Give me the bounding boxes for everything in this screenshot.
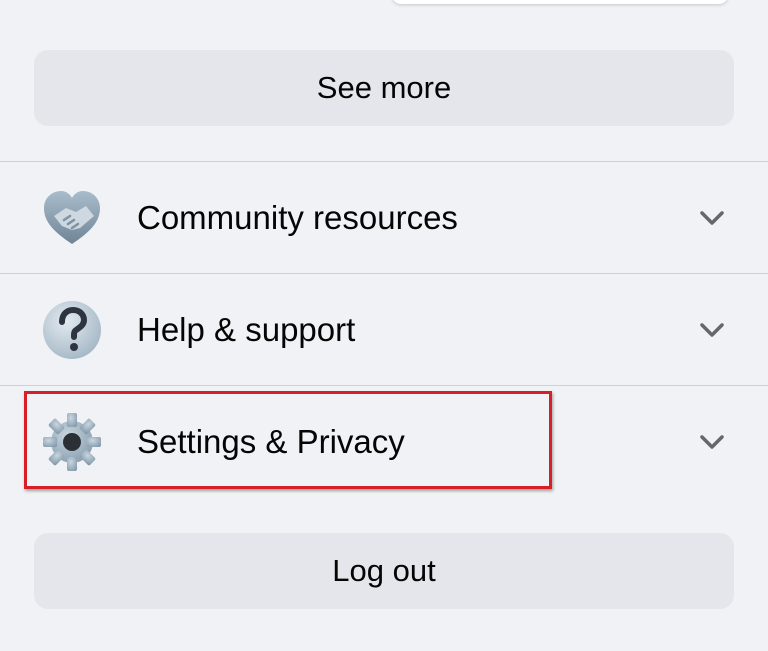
log-out-label: Log out	[332, 553, 436, 588]
chevron-down-icon[interactable]	[696, 314, 728, 346]
menu-item-label: Help & support	[137, 311, 356, 348]
card-edge	[392, 0, 728, 4]
log-out-button[interactable]: Log out	[34, 533, 734, 609]
divider	[0, 385, 768, 386]
handshake-icon	[38, 184, 106, 252]
question-mark-icon	[38, 296, 106, 364]
see-more-label: See more	[316, 70, 452, 105]
chevron-down-icon[interactable]	[696, 426, 728, 458]
chevron-down-icon[interactable]	[696, 202, 728, 234]
see-more-button[interactable]: See more	[34, 50, 734, 126]
divider	[0, 273, 768, 274]
highlight-annotation	[24, 391, 552, 489]
divider	[0, 161, 768, 162]
menu-item-help-support[interactable]: Help & support	[0, 275, 768, 385]
menu-item-community-resources[interactable]: Community resources	[0, 163, 768, 273]
menu-item-label: Community resources	[137, 199, 458, 236]
